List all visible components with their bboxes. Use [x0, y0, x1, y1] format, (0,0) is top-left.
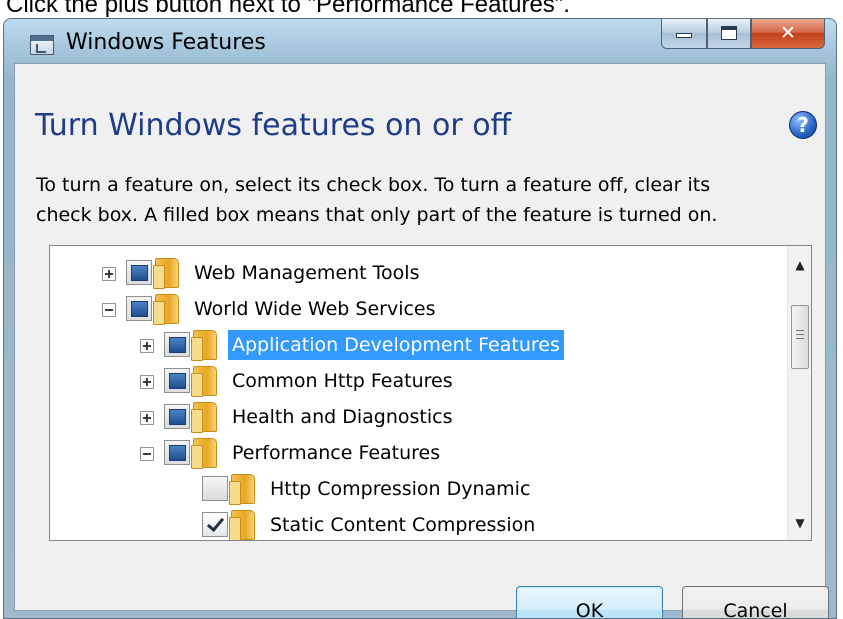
scroll-down-arrow-icon[interactable]: ▼	[788, 510, 811, 536]
tree-row[interactable]: Web Management Tools	[50, 254, 790, 290]
description-text: To turn a feature on, select its check b…	[36, 170, 826, 230]
feature-checkbox[interactable]	[164, 404, 190, 429]
description-line: To turn a feature on, select its check b…	[36, 174, 711, 196]
windows-features-dialog: Windows Features ✕ Turn Windows features…	[3, 18, 837, 619]
expand-plus-icon[interactable]	[140, 375, 154, 389]
tree-row[interactable]: Application Development Features	[50, 326, 790, 362]
feature-label[interactable]: Performance Features	[228, 438, 444, 468]
minimize-button[interactable]	[661, 19, 707, 49]
tree-row[interactable]: Health and Diagnostics	[50, 398, 790, 434]
folder-icon	[153, 294, 179, 325]
close-button[interactable]: ✕	[751, 19, 825, 49]
scrollbar-thumb[interactable]	[791, 305, 809, 369]
collapse-minus-icon[interactable]	[140, 447, 154, 461]
tree-row[interactable]: Http Compression Dynamic	[50, 470, 790, 506]
folder-icon	[191, 402, 217, 433]
folder-icon	[191, 366, 217, 397]
maximize-button[interactable]	[707, 19, 751, 49]
feature-checkbox[interactable]	[164, 440, 190, 465]
feature-checkbox[interactable]	[164, 368, 190, 393]
features-tree[interactable]: Web Management Tools World Wide Web Servi…	[49, 245, 812, 541]
maximize-icon	[721, 26, 737, 40]
close-icon: ✕	[780, 22, 796, 44]
tree-row[interactable]: Common Http Features	[50, 362, 790, 398]
help-icon[interactable]: ?	[789, 111, 817, 139]
ok-button[interactable]: OK	[516, 586, 663, 618]
feature-checkbox[interactable]	[126, 260, 152, 285]
tree-row[interactable]: World Wide Web Services	[50, 290, 790, 326]
feature-label[interactable]: Health and Diagnostics	[228, 402, 456, 432]
vertical-scrollbar[interactable]: ▲ ▼	[787, 246, 811, 540]
folder-icon	[191, 330, 217, 361]
tree-row[interactable]: Static Content Compression	[50, 506, 790, 540]
feature-checkbox[interactable]	[126, 296, 152, 321]
feature-label[interactable]: Http Compression Dynamic	[266, 474, 534, 504]
feature-label[interactable]: Common Http Features	[228, 366, 457, 396]
feature-label[interactable]: Web Management Tools	[190, 258, 423, 288]
folder-icon	[191, 438, 217, 469]
feature-checkbox[interactable]	[202, 476, 228, 501]
scroll-up-arrow-icon[interactable]: ▲	[788, 252, 811, 278]
window-title: Windows Features	[66, 30, 266, 55]
instruction-text: Click the plus button next to "Performan…	[6, 0, 570, 18]
windows-features-icon	[30, 35, 54, 55]
description-line: check box. A filled box means that only …	[36, 204, 718, 226]
feature-label[interactable]: World Wide Web Services	[190, 294, 440, 324]
dialog-content: Turn Windows features on or off ? To tur…	[14, 63, 829, 618]
folder-icon	[229, 474, 255, 505]
feature-label[interactable]: Application Development Features	[228, 330, 564, 360]
feature-label[interactable]: Static Content Compression	[266, 510, 539, 540]
expand-plus-icon[interactable]	[140, 339, 154, 353]
folder-icon	[229, 510, 255, 540]
feature-checkbox[interactable]	[202, 512, 228, 537]
expand-plus-icon[interactable]	[102, 267, 116, 281]
folder-icon	[153, 258, 179, 289]
page-heading: Turn Windows features on or off	[35, 108, 512, 143]
title-bar[interactable]: Windows Features ✕	[4, 19, 836, 63]
expand-plus-icon[interactable]	[140, 411, 154, 425]
tree-row[interactable]: Performance Features	[50, 434, 790, 470]
cancel-button[interactable]: Cancel	[682, 586, 829, 618]
feature-checkbox[interactable]	[164, 332, 190, 357]
collapse-minus-icon[interactable]	[102, 303, 116, 317]
minimize-icon	[676, 33, 692, 38]
scrollbar-grip-icon	[796, 330, 804, 342]
